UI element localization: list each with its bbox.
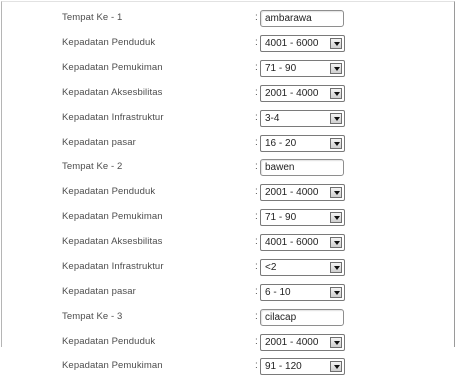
select-value: 2001 - 4000 <box>265 337 319 348</box>
field-label: Kepadatan Aksesbilitas <box>62 236 163 247</box>
form-row: Kepadatan Penduduk:4001 - 6000 <box>0 32 458 56</box>
field-separator: : <box>255 137 258 148</box>
form-row: Tempat Ke - 2: bawen <box>0 156 458 180</box>
form-row: Kepadatan Penduduk:2001 - 4000 <box>0 181 458 205</box>
chevron-down-icon <box>334 216 340 220</box>
dropdown-button[interactable] <box>330 38 342 49</box>
field-label: Tempat Ke - 1 <box>62 12 123 23</box>
category-select[interactable]: 91 - 120 <box>260 358 345 375</box>
dropdown-button[interactable] <box>330 113 342 124</box>
field-label: Kepadatan Infrastruktur <box>62 261 164 272</box>
field-label: Tempat Ke - 3 <box>62 311 123 322</box>
dropdown-button[interactable] <box>330 212 342 223</box>
category-select[interactable]: 16 - 20 <box>260 135 345 152</box>
place-name-input[interactable]: bawen <box>260 159 344 176</box>
field-separator: : <box>255 37 258 48</box>
chevron-down-icon <box>334 92 340 96</box>
field-label: Kepadatan pasar <box>62 137 136 148</box>
dropdown-button[interactable] <box>330 187 342 198</box>
place-name-input[interactable]: cilacap <box>260 309 344 326</box>
select-value: 4001 - 6000 <box>265 237 319 248</box>
place-name-input[interactable]: ambarawa <box>260 10 344 27</box>
field-label: Kepadatan Infrastruktur <box>62 112 164 123</box>
chevron-down-icon <box>334 266 340 270</box>
field-separator: : <box>255 336 258 347</box>
form-row: Kepadatan Pemukiman:71 - 90 <box>0 206 458 230</box>
form-row: Tempat Ke - 1: ambarawa <box>0 7 458 31</box>
dropdown-button[interactable] <box>330 237 342 248</box>
category-select[interactable]: 71 - 90 <box>260 60 345 77</box>
select-value: 71 - 90 <box>265 63 297 74</box>
field-label: Kepadatan Penduduk <box>62 336 156 347</box>
field-label: Kepadatan Penduduk <box>62 186 156 197</box>
chevron-down-icon <box>334 365 340 369</box>
select-value: 2001 - 4000 <box>265 187 319 198</box>
field-separator: : <box>255 211 258 222</box>
field-separator: : <box>255 360 258 371</box>
chevron-down-icon <box>334 42 340 46</box>
category-select[interactable]: 6 - 10 <box>260 284 345 301</box>
category-select[interactable]: 4001 - 6000 <box>260 234 345 251</box>
field-label: Kepadatan Aksesbilitas <box>62 87 163 98</box>
field-label: Kepadatan Pemukiman <box>62 211 163 222</box>
category-select[interactable]: 2001 - 4000 <box>260 334 345 351</box>
field-separator: : <box>255 12 258 23</box>
field-separator: : <box>255 236 258 247</box>
category-select[interactable]: 4001 - 6000 <box>260 35 345 52</box>
chevron-down-icon <box>334 291 340 295</box>
field-label: Kepadatan Penduduk <box>62 37 156 48</box>
field-separator: : <box>255 87 258 98</box>
select-value: 2001 - 4000 <box>265 88 319 99</box>
category-select[interactable]: 2001 - 4000 <box>260 85 345 102</box>
form-row: Tempat Ke - 3: cilacap <box>0 306 458 330</box>
chevron-down-icon <box>334 241 340 245</box>
form-row: Kepadatan Infrastruktur: <2 <box>0 256 458 280</box>
field-separator: : <box>255 112 258 123</box>
dropdown-button[interactable] <box>330 337 342 348</box>
chevron-down-icon <box>334 142 340 146</box>
select-value: 91 - 120 <box>265 361 302 372</box>
form-row: Kepadatan Pemukiman:71 - 90 <box>0 57 458 81</box>
field-label: Kepadatan Pemukiman <box>62 360 163 371</box>
category-select[interactable]: 2001 - 4000 <box>260 184 345 201</box>
form-row: Kepadatan Penduduk:2001 - 4000 <box>0 331 458 355</box>
chevron-down-icon <box>334 191 340 195</box>
dropdown-button[interactable] <box>330 138 342 149</box>
form-row: Kepadatan pasar:16 - 20 <box>0 132 458 156</box>
category-select[interactable]: 71 - 90 <box>260 209 345 226</box>
field-separator: : <box>255 161 258 172</box>
field-label: Kepadatan Pemukiman <box>62 62 163 73</box>
select-value: 71 - 90 <box>265 212 297 223</box>
category-select[interactable]: 3-4 <box>260 110 345 127</box>
select-value: <2 <box>265 262 277 273</box>
form-row: Kepadatan Aksesbilitas:2001 - 4000 <box>0 82 458 106</box>
dropdown-button[interactable] <box>330 63 342 74</box>
form-row: Kepadatan Aksesbilitas:4001 - 6000 <box>0 231 458 255</box>
chevron-down-icon <box>334 341 340 345</box>
category-select[interactable]: <2 <box>260 259 345 276</box>
select-value: 4001 - 6000 <box>265 38 319 49</box>
field-separator: : <box>255 286 258 297</box>
select-value: 3-4 <box>265 113 280 124</box>
field-separator: : <box>255 261 258 272</box>
select-value: 16 - 20 <box>265 138 297 149</box>
form-row: Kepadatan Infrastruktur:3-4 <box>0 107 458 131</box>
field-label: Kepadatan pasar <box>62 286 136 297</box>
dropdown-button[interactable] <box>330 361 342 372</box>
dropdown-button[interactable] <box>330 262 342 273</box>
dropdown-button[interactable] <box>330 287 342 298</box>
chevron-down-icon <box>334 67 340 71</box>
dropdown-button[interactable] <box>330 88 342 99</box>
field-separator: : <box>255 62 258 73</box>
field-separator: : <box>255 186 258 197</box>
field-separator: : <box>255 311 258 322</box>
chevron-down-icon <box>334 117 340 121</box>
select-value: 6 - 10 <box>265 287 291 298</box>
form-row: Kepadatan pasar:6 - 10 <box>0 281 458 305</box>
form-row: Kepadatan Pemukiman:91 - 120 <box>0 355 458 379</box>
field-label: Tempat Ke - 2 <box>62 161 123 172</box>
